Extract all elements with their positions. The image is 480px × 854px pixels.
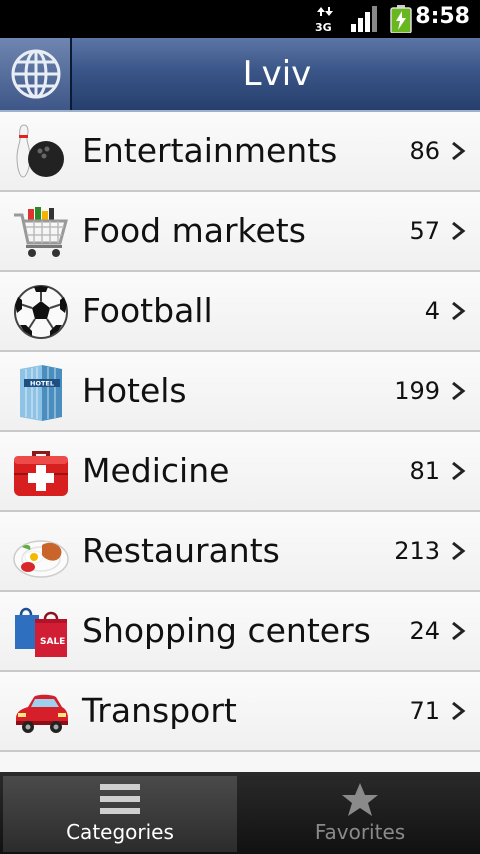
category-row-food-markets[interactable]: Food markets 57 [0, 192, 480, 272]
data-3g-icon: 3G [315, 7, 333, 32]
tab-favorites[interactable]: Favorites [243, 776, 477, 852]
soccer-ball-icon [14, 285, 68, 339]
category-count: 4 [424, 297, 440, 325]
status-clock: 8:58 [415, 4, 470, 29]
bottom-tab-bar: Categories Favorites [0, 772, 480, 854]
tab-categories[interactable]: Categories [3, 776, 237, 852]
chevron-right-icon [452, 141, 466, 161]
chevron-right-icon [452, 301, 466, 321]
category-count: 86 [409, 137, 440, 165]
car-icon [16, 694, 68, 733]
hotel-icon: HOTEL [20, 365, 62, 421]
svg-text:SALE: SALE [40, 637, 65, 647]
category-label: Entertainments [82, 131, 338, 170]
chevron-right-icon [452, 461, 466, 481]
category-row-transport[interactable]: Transport 71 [0, 672, 480, 752]
app-screen: 3G 8:58 Lviv Entertainments 86 Food mark… [0, 0, 480, 854]
battery-charging-icon [390, 5, 412, 33]
globe-icon [11, 49, 61, 99]
category-count: 57 [409, 217, 440, 245]
category-count: 213 [394, 537, 440, 565]
category-label: Food markets [82, 211, 306, 250]
star-icon [342, 783, 378, 816]
chevron-right-icon [452, 701, 466, 721]
category-label: Restaurants [82, 531, 280, 570]
category-count: 71 [409, 697, 440, 725]
chevron-right-icon [452, 621, 466, 641]
category-row-medicine[interactable]: Medicine 81 [0, 432, 480, 512]
category-label: Medicine [82, 451, 230, 490]
category-row-football[interactable]: Football 4 [0, 272, 480, 352]
category-row-entertainments[interactable]: Entertainments 86 [0, 112, 480, 192]
chevron-right-icon [452, 541, 466, 561]
category-count: 24 [409, 617, 440, 645]
tab-label: Categories [66, 820, 174, 844]
status-bar: 3G 8:58 [0, 0, 480, 38]
category-row-restaurants[interactable]: Restaurants 213 [0, 512, 480, 592]
svg-text:HOTEL: HOTEL [30, 380, 54, 388]
category-label: Football [82, 291, 213, 330]
globe-button[interactable] [0, 38, 72, 110]
category-row-shopping-centers[interactable]: SALE Shopping centers 24 [0, 592, 480, 672]
shopping-cart-icon [14, 207, 68, 257]
list-icon [100, 784, 140, 814]
category-row-hotels[interactable]: HOTEL Hotels 199 [0, 352, 480, 432]
chevron-right-icon [452, 221, 466, 241]
category-label: Transport [82, 691, 237, 730]
category-count: 81 [409, 457, 440, 485]
first-aid-kit-icon [14, 451, 68, 496]
chevron-right-icon [452, 381, 466, 401]
food-plate-icon [13, 540, 69, 578]
category-label: Shopping centers [82, 611, 371, 650]
category-label: Hotels [82, 371, 187, 410]
category-count: 199 [394, 377, 440, 405]
category-list: Entertainments 86 Food markets 57 Footba… [0, 112, 480, 772]
bowling-icon [16, 124, 64, 178]
page-title: Lviv [242, 54, 312, 94]
svg-text:3G: 3G [315, 21, 332, 32]
shopping-bags-icon: SALE [15, 607, 67, 657]
tab-label: Favorites [314, 820, 406, 844]
app-header: Lviv [0, 38, 480, 112]
signal-icon [351, 6, 377, 32]
